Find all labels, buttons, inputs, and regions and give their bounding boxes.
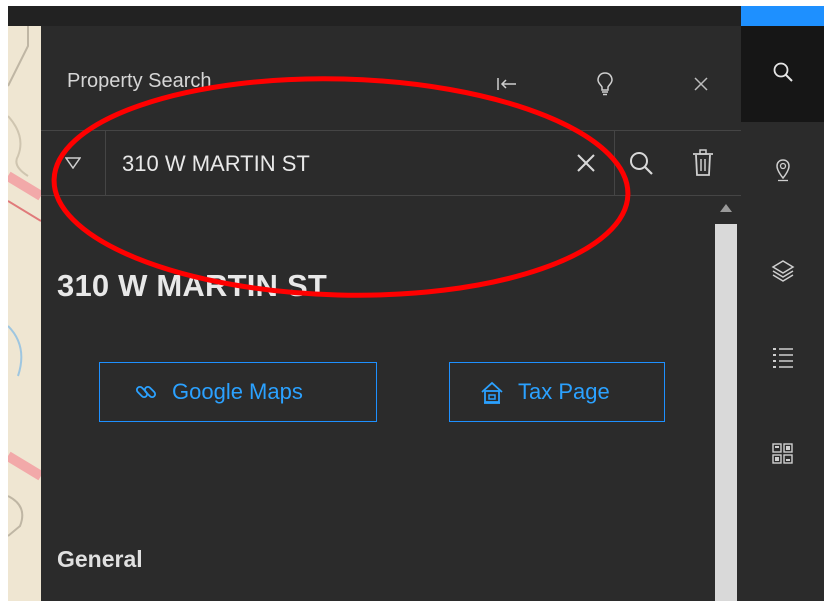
home-icon (480, 380, 504, 404)
search-bar (41, 130, 741, 196)
result-title: 310 W MARTIN ST (57, 268, 327, 303)
layers-icon (771, 258, 795, 287)
filter-dropdown-icon[interactable] (41, 131, 105, 195)
close-icon[interactable] (687, 70, 715, 98)
grid-icon (771, 442, 794, 470)
lightbulb-icon[interactable] (591, 70, 619, 98)
result-content: 310 W MARTIN ST Google Maps Tax Page Gen… (41, 196, 709, 601)
section-general: General (57, 546, 143, 572)
app-frame: Property Search 310 W MARTIN ST 310 W MA… (8, 6, 824, 601)
scroll-up-icon[interactable] (719, 202, 733, 214)
panel-header: Property Search (41, 26, 741, 130)
rail-legend-button[interactable] (741, 312, 824, 408)
list-icon (772, 346, 794, 375)
map-lines (8, 26, 41, 537)
search-icon (772, 61, 794, 88)
rail-search-button[interactable] (741, 26, 824, 122)
tax-page-label: Tax Page (518, 379, 610, 404)
link-icon (134, 380, 158, 404)
rail-layers-button[interactable] (741, 224, 824, 320)
tax-page-button[interactable]: Tax Page (449, 362, 665, 422)
panel-title: Property Search (67, 70, 212, 92)
collapse-left-icon[interactable] (493, 70, 521, 98)
rail-basemap-button[interactable] (741, 408, 824, 504)
scrollbar[interactable] (711, 196, 741, 601)
search-input[interactable] (120, 145, 564, 183)
clear-icon[interactable] (568, 145, 604, 181)
active-indicator (741, 6, 824, 26)
scroll-thumb[interactable] (715, 224, 737, 601)
search-icon[interactable] (619, 141, 663, 185)
google-maps-button[interactable]: Google Maps (99, 362, 377, 422)
google-maps-label: Google Maps (172, 379, 303, 404)
property-search-panel: Property Search 310 W MARTIN ST 310 W MA… (41, 26, 741, 601)
search-field (105, 131, 615, 195)
rail-location-button[interactable] (741, 124, 824, 220)
trash-icon[interactable] (681, 141, 725, 185)
map-pin-icon (775, 158, 791, 187)
map-view[interactable] (8, 26, 41, 601)
side-toolbar (741, 6, 824, 601)
